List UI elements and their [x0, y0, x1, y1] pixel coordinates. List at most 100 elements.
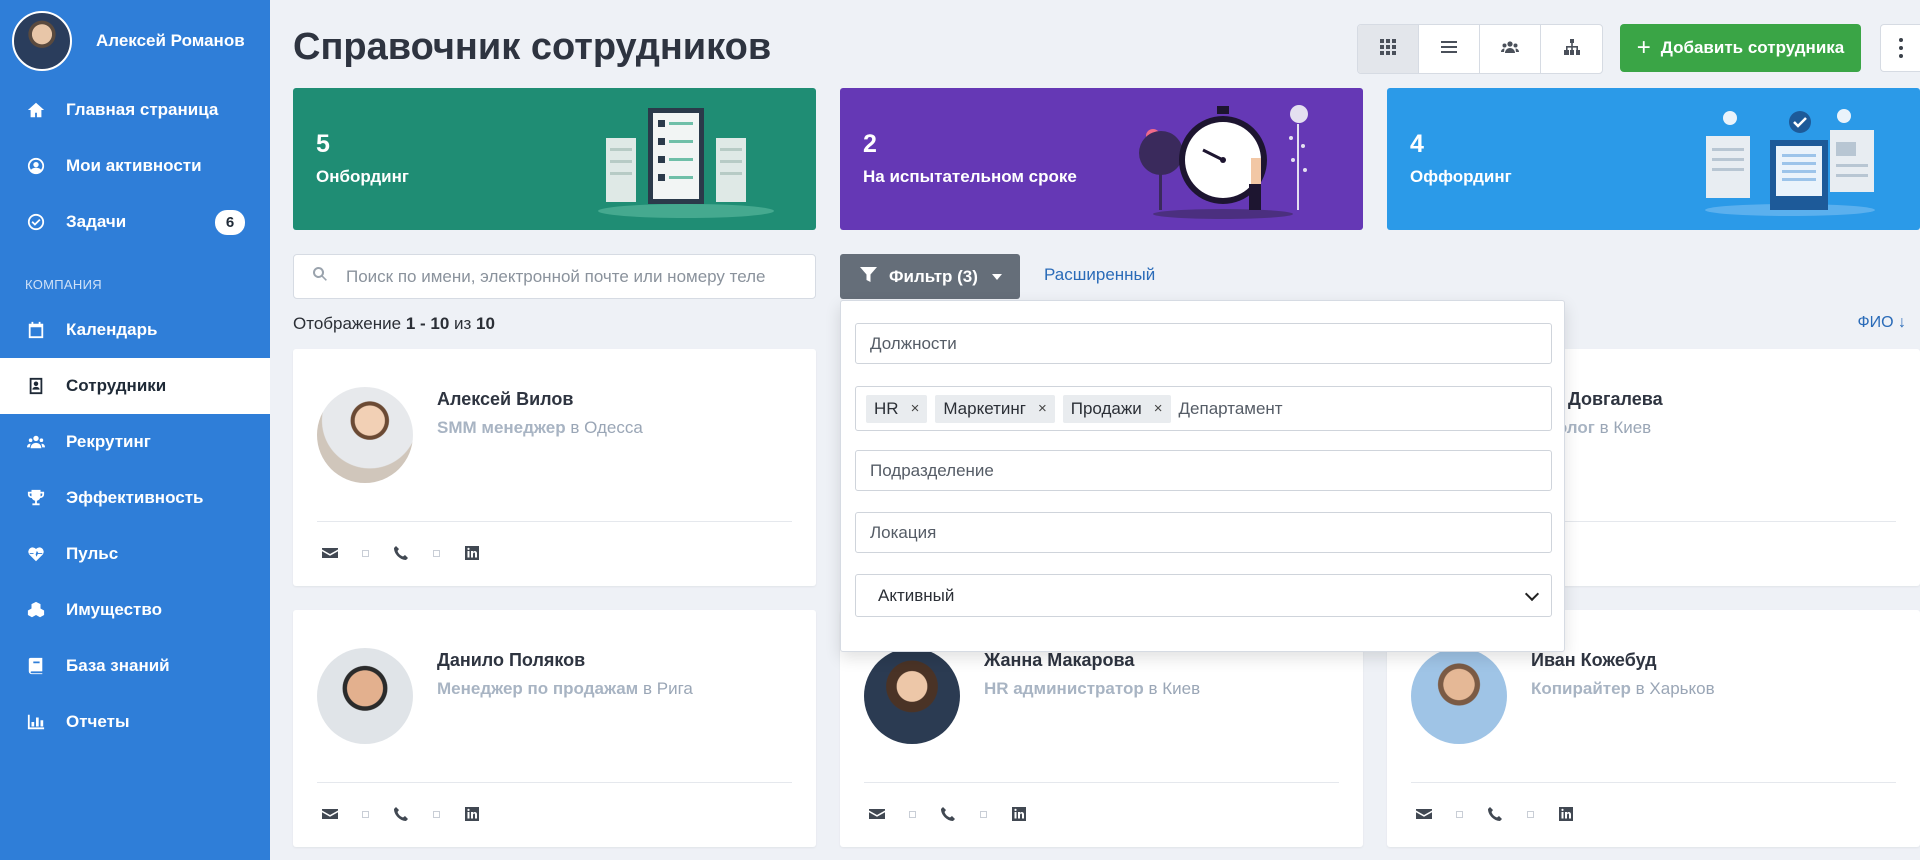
sidebar-item-activities[interactable]: Мои активности — [0, 138, 270, 194]
team-view-button[interactable] — [1480, 25, 1541, 73]
contact-actions — [322, 545, 480, 561]
sidebar-item-label: Задачи — [66, 212, 127, 231]
phone-icon[interactable] — [1487, 806, 1503, 822]
employee-name[interactable]: Жанна Макарова — [984, 650, 1134, 671]
sidebar-item-label: Рекрутинг — [66, 432, 151, 451]
stopwatch-illustration — [1139, 105, 1308, 219]
sidebar-item-label: Главная страница — [66, 100, 219, 119]
envelope-icon[interactable] — [322, 806, 338, 822]
division-field[interactable]: Подразделение — [855, 450, 1552, 491]
tag-label: Продажи — [1070, 398, 1142, 418]
address-book-icon — [26, 376, 46, 396]
calendar-icon — [26, 320, 46, 340]
results-total: 10 — [476, 314, 495, 333]
remove-tag-icon[interactable]: × — [911, 400, 920, 417]
sidebar-item-knowledge-base[interactable]: База знаний — [0, 638, 270, 694]
sidebar-item-recruiting[interactable]: Рекрутинг — [0, 414, 270, 470]
linkedin-icon[interactable] — [1011, 806, 1027, 822]
employee-position: Копирайтер — [1531, 679, 1631, 698]
envelope-icon[interactable] — [322, 545, 338, 561]
user-profile[interactable]: Алексей Романов — [0, 0, 270, 82]
sidebar-item-calendar[interactable]: Календарь — [0, 302, 270, 358]
employee-name[interactable]: Данило Поляков — [437, 650, 585, 671]
org-chart-button[interactable] — [1541, 25, 1602, 73]
remove-tag-icon[interactable]: × — [1154, 400, 1163, 417]
sidebar-item-pulse[interactable]: Пульс — [0, 526, 270, 582]
team-view-icon — [1501, 38, 1519, 61]
employee-card[interactable]: Алексей Вилов SMM менеджер в Одесса — [293, 349, 816, 586]
sidebar-item-label: Эффективность — [66, 488, 204, 507]
remove-tag-icon[interactable]: × — [1038, 400, 1047, 417]
view-toggle — [1357, 24, 1603, 74]
linkedin-icon[interactable] — [1558, 806, 1574, 822]
separator — [433, 549, 440, 557]
filter-panel: Должности HR × Маркетинг × Продажи × Департ… — [840, 300, 1565, 652]
employee-name[interactable]: Алексей Вилов — [437, 389, 573, 410]
employee-in: в — [638, 679, 657, 698]
filter-button[interactable]: Фильтр (3) — [840, 254, 1020, 299]
positions-field[interactable]: Должности — [855, 323, 1552, 364]
contact-actions — [1416, 806, 1574, 822]
stat-card-offboarding[interactable]: 4 Оффординг — [1387, 88, 1920, 230]
sidebar-item-reports[interactable]: Отчеты — [0, 694, 270, 750]
employee-card[interactable]: Данило Поляков Менеджер по продажам в Ри… — [293, 610, 816, 847]
linkedin-icon[interactable] — [464, 806, 480, 822]
avatar[interactable] — [12, 11, 72, 71]
sort-by-name-link[interactable]: ФИО ↓ — [1857, 314, 1906, 332]
location-field[interactable]: Локация — [855, 512, 1552, 553]
divider — [317, 782, 792, 783]
book-icon — [26, 656, 46, 676]
sidebar-item-performance[interactable]: Эффективность — [0, 470, 270, 526]
sidebar-item-employees[interactable]: Сотрудники — [0, 358, 270, 414]
employee-photo — [864, 648, 960, 744]
tasks-count-badge: 6 — [215, 210, 245, 235]
add-employee-button[interactable]: + Добавить сотрудника — [1620, 24, 1861, 72]
employee-city: Рига — [656, 679, 693, 698]
sidebar-item-label: Имущество — [66, 600, 162, 619]
envelope-icon[interactable] — [869, 806, 885, 822]
more-options-button[interactable] — [1880, 24, 1920, 72]
stat-card-probation[interactable]: 2 На испытательном сроке — [840, 88, 1363, 230]
employee-name[interactable]: Иван Кожебуд — [1531, 650, 1657, 671]
department-field[interactable]: HR × Маркетинг × Продажи × Департамент — [855, 386, 1552, 431]
department-tag: Маркетинг × — [935, 394, 1055, 423]
employee-in: в — [1630, 679, 1650, 698]
results-prefix: Отображение — [293, 314, 406, 333]
phone-icon[interactable] — [393, 545, 409, 561]
sidebar-item-label: Пульс — [66, 544, 119, 563]
stat-label: Оффординг — [1410, 167, 1512, 186]
contact-actions — [322, 806, 480, 822]
home-icon — [26, 100, 46, 120]
section-label-company: КОМПАНИЯ — [25, 277, 102, 292]
user-circle-icon — [26, 156, 46, 176]
search-input[interactable] — [346, 266, 766, 287]
chevron-down-icon — [1524, 586, 1540, 602]
sidebar-item-assets[interactable]: Имущество — [0, 582, 270, 638]
status-select[interactable]: Активный — [855, 574, 1552, 617]
linkedin-icon[interactable] — [464, 545, 480, 561]
phone-icon[interactable] — [940, 806, 956, 822]
filter-button-label: Фильтр (3) — [889, 266, 978, 286]
check-circle-icon — [26, 212, 46, 232]
sidebar-item-label: Календарь — [66, 320, 158, 339]
caret-down-icon — [991, 273, 1002, 280]
employee-city: Киев — [1613, 418, 1652, 437]
phone-icon[interactable] — [393, 806, 409, 822]
sidebar-item-tasks[interactable]: Задачи 6 — [0, 194, 270, 250]
advanced-filter-link[interactable]: Расширенный — [1044, 265, 1155, 285]
envelope-icon[interactable] — [1416, 806, 1432, 822]
department-tag: HR × — [866, 394, 928, 423]
employee-role: Менеджер по продажам в Рига — [437, 679, 693, 699]
documents-illustration — [1705, 109, 1875, 216]
sidebar-item-label: База знаний — [66, 656, 170, 675]
list-view-button[interactable] — [1419, 25, 1480, 73]
filter-icon — [860, 266, 889, 288]
separator — [1456, 810, 1463, 818]
divider — [317, 521, 792, 522]
sidebar-item-home[interactable]: Главная страница — [0, 82, 270, 138]
grid-view-button[interactable] — [1358, 25, 1419, 73]
employee-city: Харьков — [1649, 679, 1715, 698]
separator — [1527, 810, 1534, 818]
search-box — [293, 254, 816, 299]
stat-card-onboarding[interactable]: 5 Онбординг — [293, 88, 816, 230]
